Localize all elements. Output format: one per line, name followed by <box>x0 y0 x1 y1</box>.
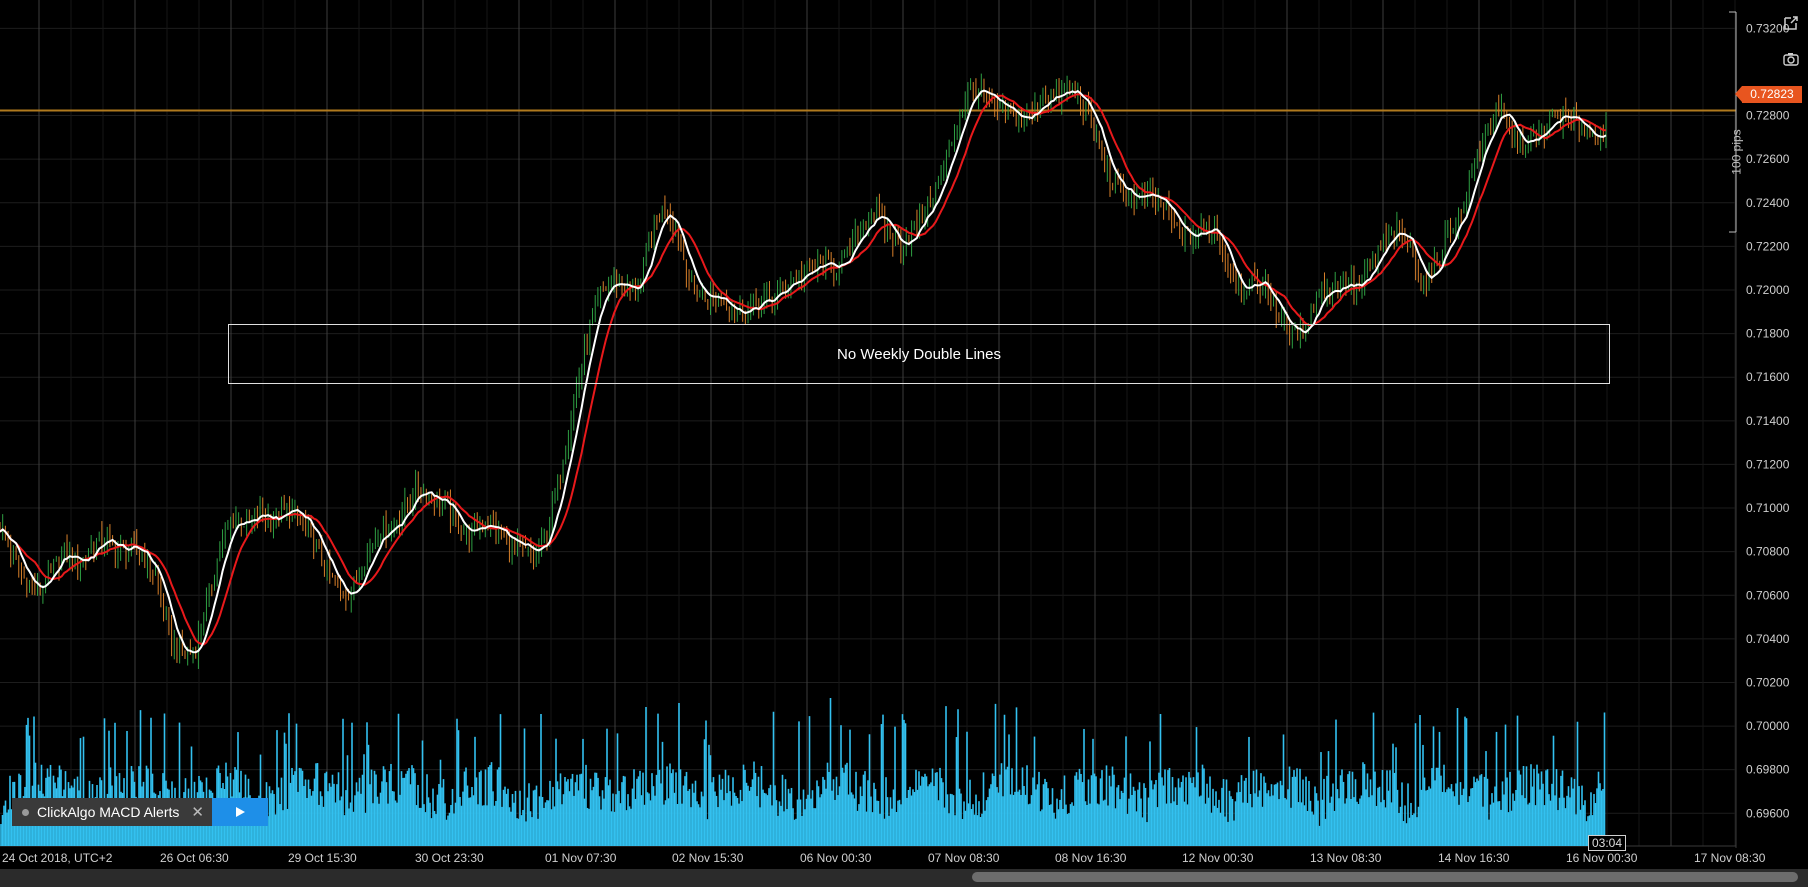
y-tick-label: 0.71800 <box>1746 327 1790 341</box>
algo-play-button[interactable] <box>211 798 268 826</box>
x-tick-label: 07 Nov 08:30 <box>928 851 1000 865</box>
algo-name: ClickAlgo MACD Alerts <box>37 804 180 820</box>
x-tick-label: 29 Oct 15:30 <box>288 851 357 865</box>
y-tick-label: 0.70400 <box>1746 632 1790 646</box>
x-tick-label: 16 Nov 00:30 <box>1566 851 1638 865</box>
camera-icon <box>1783 53 1799 66</box>
x-tick-label: 02 Nov 15:30 <box>672 851 744 865</box>
popout-button[interactable] <box>1780 12 1802 34</box>
annotation-text: No Weekly Double Lines <box>837 345 1001 363</box>
y-tick-label: 0.71400 <box>1746 414 1790 428</box>
x-tick-label: 08 Nov 16:30 <box>1055 851 1127 865</box>
algo-panel: ClickAlgo MACD Alerts ✕ <box>12 798 268 826</box>
x-tick-label: 17 Nov 08:30 <box>1694 851 1766 865</box>
y-tick-label: 0.69600 <box>1746 806 1790 820</box>
play-icon <box>235 807 245 817</box>
y-tick-label: 0.71600 <box>1746 370 1790 384</box>
pips-label: 100 pips <box>1729 129 1744 175</box>
algo-tag[interactable]: ClickAlgo MACD Alerts ✕ <box>12 798 212 826</box>
x-tick-label: 12 Nov 00:30 <box>1182 851 1254 865</box>
x-tick-label: 14 Nov 16:30 <box>1438 851 1510 865</box>
y-tick-label: 0.72400 <box>1746 196 1790 210</box>
y-tick-label: 0.70200 <box>1746 675 1790 689</box>
y-axis[interactable]: 0.732000.728000.726000.724000.722000.720… <box>1746 21 1790 820</box>
price-chart[interactable]: 0.732000.728000.726000.724000.722000.720… <box>0 0 1808 887</box>
x-tick-label: 30 Oct 23:30 <box>415 851 484 865</box>
y-tick-label: 0.71200 <box>1746 457 1790 471</box>
popout-icon <box>1784 16 1798 30</box>
chart-grid <box>0 0 1736 847</box>
x-axis[interactable]: 24 Oct 2018, UTC+2 26 Oct 06:30 29 Oct 15:… <box>2 851 1766 865</box>
scrollbar-thumb[interactable] <box>972 872 1798 882</box>
x-tick-label: 01 Nov 07:30 <box>545 851 617 865</box>
current-price-badge: 0.72823 <box>1735 86 1802 103</box>
x-tick-label: 26 Oct 06:30 <box>160 851 229 865</box>
y-tick-label: 0.70600 <box>1746 588 1790 602</box>
snapshot-button[interactable] <box>1780 48 1802 70</box>
y-tick-label: 0.72800 <box>1746 109 1790 123</box>
x-tick-label: 13 Nov 08:30 <box>1310 851 1382 865</box>
status-dot-icon <box>22 808 29 816</box>
y-tick-label: 0.72600 <box>1746 152 1790 166</box>
y-tick-label: 0.69800 <box>1746 763 1790 777</box>
annotation-box[interactable]: No Weekly Double Lines <box>228 324 1610 384</box>
y-tick-label: 0.72200 <box>1746 239 1790 253</box>
y-tick-label: 0.71000 <box>1746 501 1790 515</box>
y-tick-label: 0.70000 <box>1746 719 1790 733</box>
close-icon[interactable]: ✕ <box>191 803 204 821</box>
bar-countdown: 03:04 <box>1588 835 1627 851</box>
x-tick-label: 24 Oct 2018, UTC+2 <box>2 851 113 865</box>
x-tick-label: 06 Nov 00:30 <box>800 851 872 865</box>
horizontal-scrollbar[interactable] <box>0 869 1808 887</box>
y-tick-label: 0.70800 <box>1746 545 1790 559</box>
y-tick-label: 0.72000 <box>1746 283 1790 297</box>
